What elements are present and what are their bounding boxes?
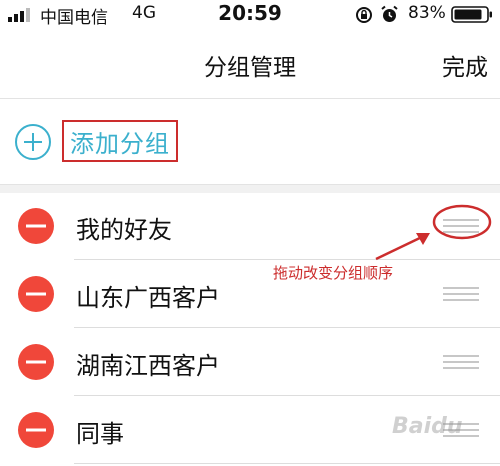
battery-percent: 83% — [408, 3, 446, 23]
annotation-text: 拖动改变分组顺序 — [273, 264, 394, 282]
drag-handle-icon[interactable] — [443, 354, 479, 370]
status-bar: 中国电信 4G 20:59 83% — [0, 0, 500, 30]
minus-circle-icon[interactable] — [18, 276, 54, 312]
watermark: Baidu — [392, 414, 463, 439]
minus-circle-icon[interactable] — [18, 208, 54, 244]
group-name: 我的好友 — [76, 216, 172, 244]
arrow-icon — [375, 233, 430, 261]
page-title: 分组管理 — [204, 55, 296, 81]
minus-circle-icon[interactable] — [18, 344, 54, 380]
done-button[interactable]: 完成 — [442, 48, 488, 82]
highlight-ellipse — [432, 204, 492, 240]
group-name: 同事 — [76, 420, 124, 448]
list-item: 山东广西客户 — [0, 260, 500, 328]
minus-circle-icon[interactable] — [18, 412, 54, 448]
battery-icon — [451, 6, 492, 23]
rotation-lock-icon — [356, 7, 372, 23]
alarm-clock-icon — [381, 5, 398, 22]
list-item: 湖南江西客户 — [0, 328, 500, 396]
row-divider — [74, 463, 500, 464]
group-name: 湖南江西客户 — [76, 352, 220, 380]
add-group-row[interactable]: 添加分组 — [0, 100, 500, 184]
add-group-label[interactable]: 添加分组 — [70, 124, 170, 159]
navigation-bar: 分组管理 完成 — [0, 30, 500, 99]
add-group-highlight-box: 添加分组 — [62, 120, 178, 162]
group-name: 山东广西客户 — [76, 284, 220, 312]
group-management-screen: 中国电信 4G 20:59 83% 分组管理 完成 添加分组 我的好友 山东广西… — [0, 0, 500, 466]
drag-handle-icon[interactable] — [443, 286, 479, 302]
plus-circle-icon[interactable] — [14, 123, 52, 161]
